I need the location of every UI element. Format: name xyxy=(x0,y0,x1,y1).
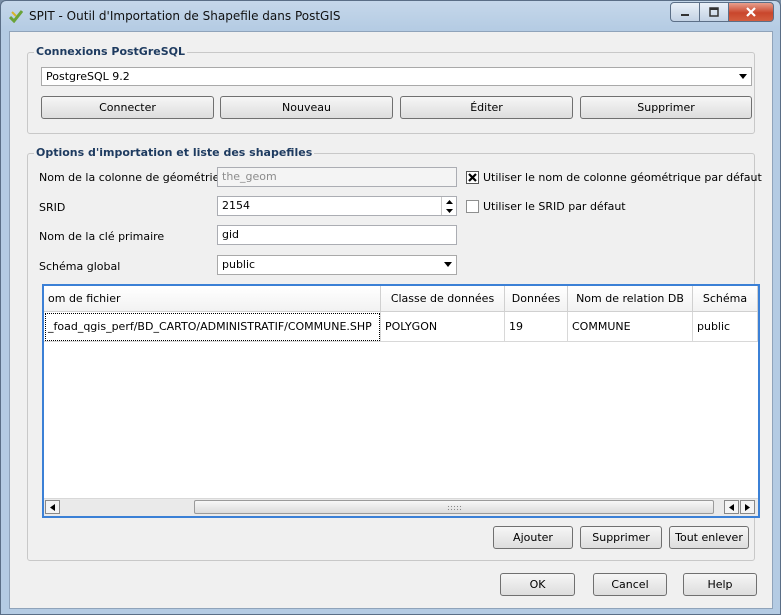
arrow-left-icon xyxy=(729,503,734,511)
table-row[interactable]: _foad_qgis_perf/BD_CARTO/ADMINISTRATIF/C… xyxy=(44,312,758,342)
cell-filename[interactable]: _foad_qgis_perf/BD_CARTO/ADMINISTRATIF/C… xyxy=(44,312,381,342)
shapefile-table[interactable]: om de fichier Classe de données Données … xyxy=(42,284,760,518)
column-header-schema[interactable]: Schéma xyxy=(693,286,758,312)
add-shapefile-button[interactable]: Ajouter xyxy=(493,526,573,549)
chevron-down-icon xyxy=(444,262,452,267)
window-controls xyxy=(670,2,774,22)
help-button[interactable]: Help xyxy=(683,573,757,596)
window-title: SPIT - Outil d'Importation de Shapefile … xyxy=(29,9,341,23)
edit-connection-button[interactable]: Éditer xyxy=(400,96,573,119)
new-connection-button[interactable]: Nouveau xyxy=(220,96,393,119)
connection-dropdown-arrow[interactable] xyxy=(735,68,751,85)
scroll-left-button-end[interactable] xyxy=(724,500,739,514)
connect-button[interactable]: Connecter xyxy=(41,96,214,119)
use-default-srid-label: Utiliser le SRID par défaut xyxy=(483,200,626,213)
horizontal-scrollbar[interactable] xyxy=(44,498,758,516)
dialog-client-area: Connexions PostGreSQL PostgreSQL 9.2 Con… xyxy=(9,31,773,609)
use-default-geom-checkbox[interactable] xyxy=(466,171,479,184)
grip-icon xyxy=(447,505,463,511)
connection-select-value: PostgreSQL 9.2 xyxy=(46,70,130,83)
remove-all-button[interactable]: Tout enlever xyxy=(669,526,749,549)
chevron-down-icon xyxy=(739,74,747,79)
column-header-class[interactable]: Classe de données xyxy=(381,286,505,312)
minimize-button[interactable] xyxy=(670,2,700,22)
column-header-filename[interactable]: om de fichier xyxy=(44,286,381,312)
delete-connection-button[interactable]: Supprimer xyxy=(580,96,752,119)
scroll-thumb[interactable] xyxy=(194,500,714,514)
use-default-srid-checkbox[interactable] xyxy=(466,200,479,213)
close-button[interactable] xyxy=(728,2,774,22)
schema-dropdown-arrow[interactable] xyxy=(440,256,456,273)
arrow-right-icon xyxy=(745,503,750,511)
primary-key-input[interactable]: gid xyxy=(217,225,457,245)
cell-class[interactable]: POLYGON xyxy=(381,312,505,342)
close-icon xyxy=(746,7,756,17)
minimize-icon xyxy=(681,14,689,16)
maximize-icon xyxy=(709,7,719,17)
title-bar[interactable]: SPIT - Outil d'Importation de Shapefile … xyxy=(1,1,780,31)
global-schema-select[interactable]: public xyxy=(217,255,457,275)
use-default-geom-label: Utiliser le nom de colonne géométrique p… xyxy=(483,171,762,184)
geom-column-input[interactable]: the_geom xyxy=(217,167,457,187)
srid-spinbox[interactable]: 2154 xyxy=(217,196,457,216)
scroll-right-button[interactable] xyxy=(740,500,755,514)
spin-down-icon[interactable] xyxy=(442,206,456,215)
arrow-left-icon xyxy=(50,503,55,511)
cell-relation[interactable]: COMMUNE xyxy=(568,312,693,342)
cell-data[interactable]: 19 xyxy=(505,312,568,342)
geom-column-label: Nom de la colonne de géométrie xyxy=(39,171,220,184)
cancel-button[interactable]: Cancel xyxy=(593,573,667,596)
spin-up-icon[interactable] xyxy=(442,197,456,206)
spit-dialog-window: SPIT - Outil d'Importation de Shapefile … xyxy=(0,0,781,615)
global-schema-label: Schéma global xyxy=(39,260,121,273)
checkmark-icon xyxy=(468,173,477,182)
connections-group-title: Connexions PostGreSQL xyxy=(34,45,188,58)
global-schema-value: public xyxy=(222,258,256,271)
srid-label: SRID xyxy=(39,201,66,214)
cell-schema[interactable]: public xyxy=(693,312,758,342)
scroll-left-button[interactable] xyxy=(45,500,60,514)
maximize-button[interactable] xyxy=(700,2,728,22)
primary-key-label: Nom de la clé primaire xyxy=(39,230,165,243)
srid-value: 2154 xyxy=(222,199,250,212)
column-header-relation[interactable]: Nom de relation DB xyxy=(568,286,693,312)
ok-button[interactable]: OK xyxy=(500,573,575,596)
connections-group: Connexions PostGreSQL xyxy=(27,45,755,134)
column-header-data[interactable]: Données xyxy=(505,286,568,312)
connection-select[interactable]: PostgreSQL 9.2 xyxy=(41,67,752,86)
remove-shapefile-button[interactable]: Supprimer xyxy=(580,526,662,549)
spit-app-icon xyxy=(9,10,23,23)
srid-spin-arrows[interactable] xyxy=(441,197,456,215)
import-options-group-title: Options d'importation et liste des shape… xyxy=(34,146,315,159)
table-header: om de fichier Classe de données Données … xyxy=(44,286,758,312)
